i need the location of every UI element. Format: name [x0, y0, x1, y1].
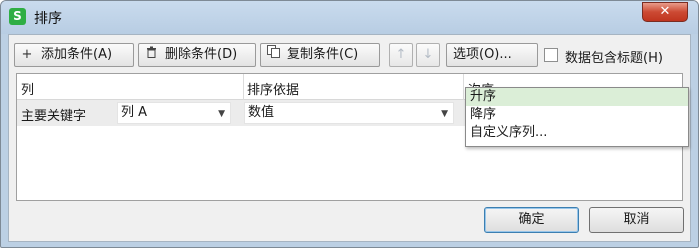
ok-button[interactable]: 确定: [484, 207, 579, 233]
trash-icon: [143, 44, 159, 66]
options-label: 选项(O)...: [453, 47, 512, 62]
delete-condition-label: 删除条件(D): [165, 47, 238, 62]
toolbar: + 添加条件(A) 删除条件(D) 复制条件(C) ↑ ↓ 选项(O)... 数…: [9, 35, 690, 71]
primary-key-label: 主要关键字: [21, 109, 87, 124]
move-up-button[interactable]: ↑: [389, 43, 413, 67]
title-bar[interactable]: S 排序 ✕: [1, 1, 698, 34]
header-row-checkbox-label[interactable]: 数据包含标题(H): [565, 47, 663, 66]
copy-condition-label: 复制条件(C): [287, 47, 359, 62]
options-button[interactable]: 选项(O)...: [446, 43, 538, 67]
sort-dialog: S 排序 ✕ + 添加条件(A) 删除条件(D) 复制条件(C) ↑ ↓ 选项(…: [0, 0, 699, 248]
wps-spreadsheet-icon: S: [9, 8, 26, 25]
delete-condition-button[interactable]: 删除条件(D): [138, 43, 256, 67]
copy-condition-button[interactable]: 复制条件(C): [260, 43, 380, 67]
close-icon: ✕: [659, 4, 671, 19]
column-divider: [463, 74, 464, 100]
close-button[interactable]: ✕: [642, 2, 688, 22]
column-select-value: 列 A: [121, 105, 148, 120]
dropdown-option-descending[interactable]: 降序: [466, 106, 688, 124]
copy-icon: [265, 44, 281, 66]
header-row-checkbox[interactable]: [544, 48, 558, 62]
add-condition-button[interactable]: + 添加条件(A): [14, 43, 134, 67]
sort-on-select-value: 数值: [248, 105, 275, 120]
chevron-down-icon: ▼: [441, 109, 448, 119]
dialog-title: 排序: [34, 11, 62, 27]
column-header-column: 列: [21, 83, 35, 98]
plus-icon: +: [21, 47, 33, 62]
dialog-body: + 添加条件(A) 删除条件(D) 复制条件(C) ↑ ↓ 选项(O)... 数…: [8, 34, 691, 242]
move-down-button[interactable]: ↓: [416, 43, 440, 67]
order-dropdown-list: 升序 降序 自定义序列...: [465, 87, 689, 147]
dropdown-option-custom-list[interactable]: 自定义序列...: [466, 124, 688, 142]
arrow-down-icon: ↓: [422, 47, 434, 62]
dropdown-option-ascending[interactable]: 升序: [466, 88, 688, 106]
arrow-up-icon: ↑: [395, 47, 407, 62]
column-select[interactable]: 列 A ▼: [117, 102, 231, 124]
column-divider: [243, 74, 244, 100]
add-condition-label: 添加条件(A): [41, 47, 113, 62]
chevron-down-icon: ▼: [218, 109, 225, 119]
sort-on-select[interactable]: 数值 ▼: [244, 102, 454, 124]
cancel-button[interactable]: 取消: [589, 207, 684, 233]
column-header-sort-on: 排序依据: [247, 83, 300, 98]
